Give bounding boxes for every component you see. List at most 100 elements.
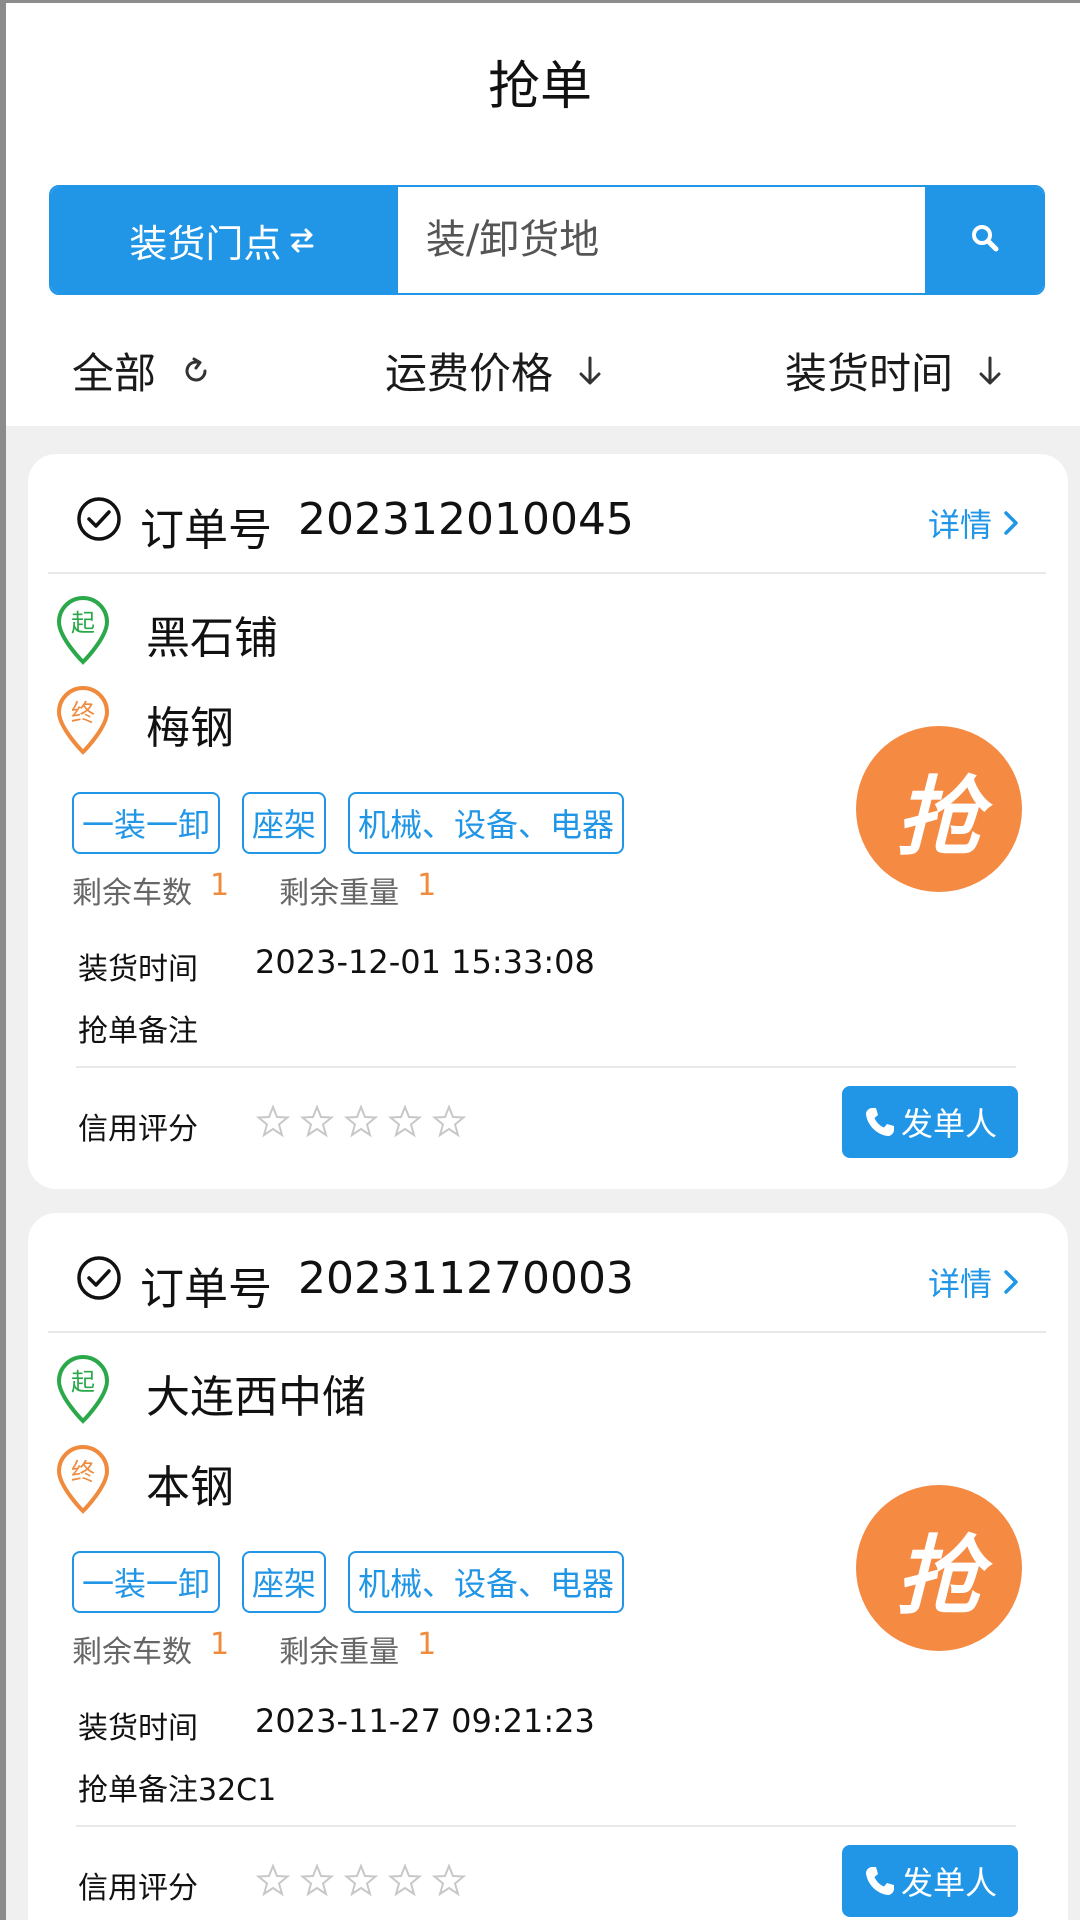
tag: 机械、设备、电器 [348, 792, 625, 854]
remaining-trucks-value: 1 [210, 868, 230, 903]
divider [76, 1066, 1016, 1068]
star-icon [388, 1863, 422, 1897]
svg-text:终: 终 [71, 699, 95, 727]
order-number: 202311270003 [298, 1253, 634, 1304]
remaining-trucks-label: 剩余车数 [72, 1635, 192, 1670]
star-icon [344, 1863, 378, 1897]
svg-text:终: 终 [71, 1458, 95, 1486]
check-circle-icon [76, 496, 122, 546]
filter-freight-price[interactable]: 运费价格 [385, 340, 605, 401]
star-icon [256, 1863, 290, 1897]
sort-down-icon [575, 353, 605, 389]
page-title: 抢单 [487, 57, 592, 117]
filter-load-time-label: 装货时间 [785, 349, 954, 398]
tag: 一装一卸 [72, 1551, 221, 1613]
credit-stars [256, 1104, 466, 1138]
end-location: 梅钢 [146, 703, 234, 754]
svg-text:起: 起 [71, 609, 95, 637]
tag: 座架 [242, 792, 327, 854]
start-location: 大连西中储 [146, 1372, 366, 1423]
order-number-label: 订单号 [140, 505, 272, 556]
search-input[interactable] [395, 187, 927, 293]
window-frame-top [0, 0, 1080, 3]
order-card-header: 订单号 202312010045 详情 [28, 454, 1068, 572]
detail-link[interactable]: 详情 [928, 1259, 1020, 1305]
divider [48, 572, 1046, 574]
filter-load-time[interactable]: 装货时间 [785, 340, 1005, 401]
remaining-info: 剩余车数 1 剩余重量 1 [72, 868, 436, 912]
star-icon [256, 1104, 290, 1138]
grab-order-button[interactable]: 抢 [856, 1485, 1022, 1651]
filter-all-label: 全部 [72, 349, 157, 398]
order-note: 抢单备注32C1 [78, 1773, 277, 1808]
remaining-weight-value: 1 [417, 868, 437, 903]
order-card: 订单号 202311270003 详情 起 大连西中储 终 本钢 一装一卸 座架… [28, 1213, 1068, 1920]
end-location-icon: 终 [54, 1443, 112, 1519]
load-time-label: 装货时间 [78, 952, 198, 987]
remaining-trucks-value: 1 [210, 1627, 230, 1662]
star-icon [300, 1863, 334, 1897]
load-time-label: 装货时间 [78, 1711, 198, 1746]
divider [48, 1331, 1046, 1333]
check-circle-icon [76, 1255, 122, 1305]
end-location: 本钢 [146, 1462, 234, 1513]
start-location: 黑石铺 [146, 613, 278, 664]
sort-down-icon [975, 353, 1005, 389]
tag: 机械、设备、电器 [348, 1551, 625, 1613]
load-time-value: 2023-12-01 15:33:08 [255, 943, 595, 981]
svg-text:起: 起 [71, 1368, 95, 1396]
remaining-info: 剩余车数 1 剩余重量 1 [72, 1627, 436, 1671]
search-mode-label: 装货门点 [129, 221, 282, 266]
detail-label: 详情 [927, 506, 992, 544]
chevron-right-icon [1002, 1268, 1020, 1296]
star-icon [344, 1104, 378, 1138]
filter-bar: 全部 运费价格 装货时间 [0, 340, 1080, 410]
chevron-right-icon [1002, 509, 1020, 537]
tag-list: 一装一卸 座架 机械、设备、电器 [72, 792, 625, 854]
phone-icon [863, 1105, 897, 1139]
tag-list: 一装一卸 座架 机械、设备、电器 [72, 1551, 625, 1613]
refresh-icon [178, 353, 214, 389]
credit-score-label: 信用评分 [78, 1112, 198, 1147]
order-card-header: 订单号 202311270003 详情 [28, 1213, 1068, 1331]
swap-icon [287, 225, 317, 255]
filter-all[interactable]: 全部 [72, 340, 214, 401]
divider [76, 1825, 1016, 1827]
window-frame-left [0, 0, 6, 1920]
tag: 一装一卸 [72, 792, 221, 854]
grab-label: 抢 [896, 767, 982, 868]
end-location-icon: 终 [54, 684, 112, 760]
order-note: 抢单备注 [78, 1014, 198, 1049]
remaining-weight-value: 1 [417, 1627, 437, 1662]
star-icon [388, 1104, 422, 1138]
header-section: 抢单 装货门点 全部 [0, 0, 1080, 426]
phone-icon [863, 1864, 897, 1898]
order-card: 订单号 202312010045 详情 起 黑石铺 终 梅钢 一装一卸 座架 机… [28, 454, 1068, 1189]
call-sender-button[interactable]: 发单人 [842, 1086, 1018, 1158]
tag: 座架 [242, 1551, 327, 1613]
call-sender-button[interactable]: 发单人 [842, 1845, 1018, 1917]
load-time-value: 2023-11-27 09:21:23 [255, 1702, 595, 1740]
star-icon [432, 1863, 466, 1897]
grab-order-button[interactable]: 抢 [856, 726, 1022, 892]
star-icon [432, 1104, 466, 1138]
search-icon [969, 222, 1001, 258]
star-icon [300, 1104, 334, 1138]
remaining-weight-label: 剩余重量 [279, 1635, 400, 1670]
remaining-weight-label: 剩余重量 [279, 876, 400, 911]
order-number: 202312010045 [298, 494, 634, 545]
search-mode-toggle[interactable]: 装货门点 [51, 187, 396, 293]
start-location-icon: 起 [54, 1353, 112, 1429]
grab-label: 抢 [896, 1526, 982, 1627]
credit-stars [256, 1863, 466, 1897]
filter-freight-price-label: 运费价格 [385, 349, 554, 398]
order-number-label: 订单号 [140, 1264, 272, 1315]
credit-score-label: 信用评分 [78, 1871, 198, 1906]
call-sender-label: 发单人 [900, 1864, 997, 1902]
remaining-trucks-label: 剩余车数 [72, 876, 192, 911]
detail-link[interactable]: 详情 [928, 500, 1020, 546]
search-bar: 装货门点 [49, 185, 1045, 295]
search-button[interactable] [926, 187, 1043, 293]
detail-label: 详情 [927, 1265, 992, 1303]
start-location-icon: 起 [54, 594, 112, 670]
